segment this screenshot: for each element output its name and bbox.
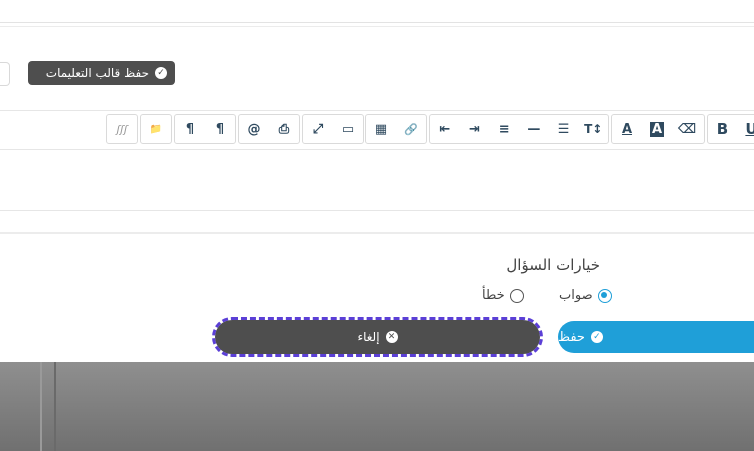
backdrop-divider (40, 362, 42, 451)
backdrop-divider (54, 362, 56, 451)
toolbar-group: ⇤ ⇥ ≡ — ☰ T↕ (429, 114, 609, 144)
ordered-list-icon[interactable]: ☰ (549, 115, 579, 143)
paragraph-ltr-icon[interactable]: ¶ (205, 115, 235, 143)
question-options-title: خيارات السؤال (506, 256, 600, 274)
underline-icon[interactable]: U (737, 115, 754, 143)
font-color-icon[interactable]: A (612, 115, 642, 143)
editor-toolbar: ʃʃʃ 📁 ¶ ¶ @ ⎙ ⤢ ▭ ▦ 🔗 ⇤ ⇥ ≡ — ☰ T↕ A A ⌫… (0, 110, 754, 149)
format-icon[interactable]: ʃʃʃ (107, 115, 137, 143)
option-correct-label: صواب (559, 288, 593, 303)
eraser-icon[interactable]: ⌫ (672, 115, 702, 143)
print-icon[interactable]: ⎙ (269, 115, 299, 143)
question-modal: ✓ حفظ قالب التعليمات ʃʃʃ 📁 ¶ ¶ @ ⎙ ⤢ ▭ ▦… (0, 0, 754, 362)
toolbar-group: ¶ ¶ (174, 114, 236, 144)
layout-icon[interactable]: ▭ (333, 115, 363, 143)
top-field (0, 0, 754, 23)
toolbar-group: @ ⎙ (238, 114, 300, 144)
indent-icon[interactable]: ⇥ (460, 115, 490, 143)
option-correct[interactable]: صواب (559, 288, 612, 303)
link-icon[interactable]: 🔗 (396, 115, 426, 143)
close-circle-icon: ✕ (385, 331, 398, 343)
fullscreen-icon[interactable]: ⤢ (303, 115, 333, 143)
option-wrong[interactable]: خطأ (482, 288, 524, 303)
horizontal-rule-icon[interactable]: — (519, 115, 549, 143)
toolbar-group: B U (707, 114, 754, 144)
outdent-icon[interactable]: ⇤ (430, 115, 460, 143)
background-color-icon[interactable]: A (642, 115, 672, 143)
save-template-label: حفظ قالب التعليمات (45, 66, 149, 80)
font-size-icon[interactable]: T↕ (578, 115, 608, 143)
option-wrong-label: خطأ (482, 288, 505, 303)
paragraph-rtl-icon[interactable]: ¶ (175, 115, 205, 143)
toolbar-group: ⤢ ▭ (302, 114, 364, 144)
divider (0, 26, 754, 27)
cancel-button[interactable]: ✕ إلغاء (212, 317, 543, 357)
align-icon[interactable]: ≡ (489, 115, 519, 143)
editor-content-area[interactable] (0, 149, 754, 211)
mention-icon[interactable]: @ (239, 115, 269, 143)
folder-icon[interactable]: 📁 (141, 115, 171, 143)
save-label: حفظ (558, 329, 585, 345)
toolbar-group: ʃʃʃ (106, 114, 138, 144)
table-icon[interactable]: ▦ (366, 115, 396, 143)
partial-button[interactable] (0, 62, 10, 86)
radio-unchecked-icon[interactable] (509, 288, 524, 303)
save-button[interactable]: ✓ حفظ (558, 321, 754, 353)
background-color-label: A (649, 121, 665, 137)
check-circle-icon: ✓ (590, 331, 603, 343)
toolbar-group: 📁 (140, 114, 172, 144)
modal-backdrop (0, 362, 754, 451)
bold-icon[interactable]: B (708, 115, 737, 143)
toolbar-group: A A ⌫ (611, 114, 705, 144)
save-template-button[interactable]: ✓ حفظ قالب التعليمات (28, 61, 175, 85)
check-circle-icon: ✓ (155, 67, 167, 79)
cancel-label: إلغاء (357, 330, 380, 344)
radio-checked-icon[interactable] (597, 288, 612, 303)
toolbar-group: ▦ 🔗 (365, 114, 427, 144)
